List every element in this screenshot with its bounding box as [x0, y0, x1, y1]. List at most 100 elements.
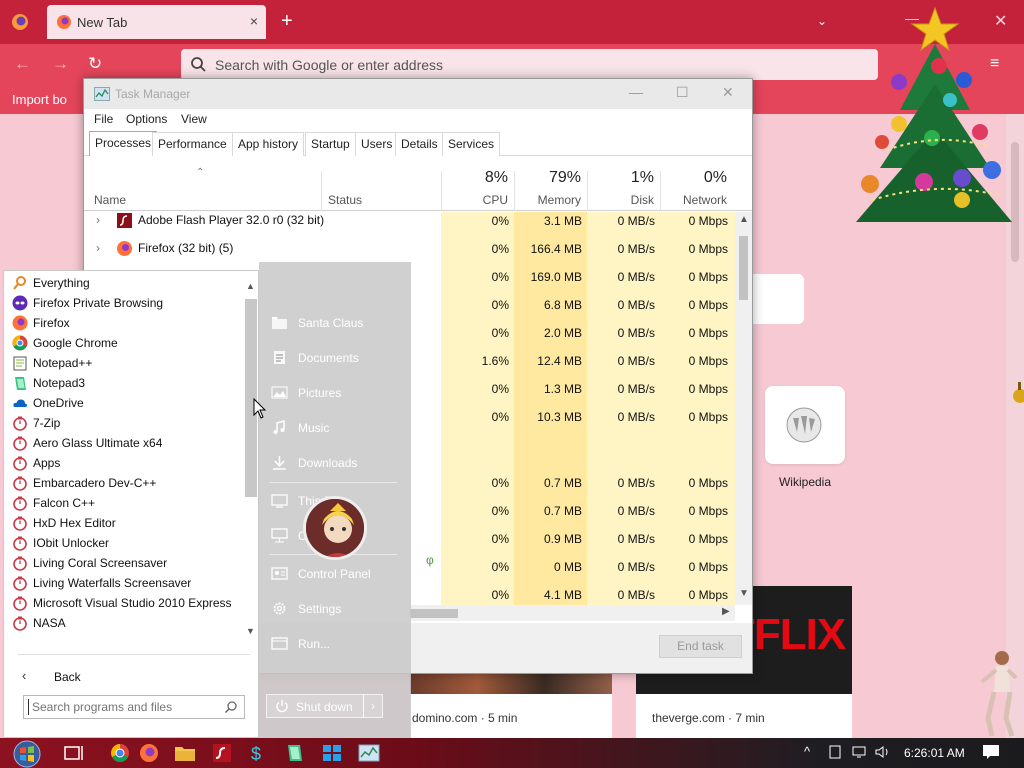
program-item[interactable]: Living Waterfalls Screensaver [9, 573, 247, 593]
dollar-app-icon[interactable]: $ [245, 742, 269, 764]
start-link[interactable]: Pictures [259, 381, 411, 405]
show-hidden-icons[interactable]: ^ [804, 744, 810, 760]
tab-services[interactable]: Services [442, 132, 501, 156]
column-divider[interactable] [514, 171, 515, 211]
notification-center-icon[interactable] [982, 744, 1000, 760]
column-header-memory[interactable]: Memory [517, 193, 581, 207]
tab-processes[interactable]: Processes [89, 131, 158, 156]
expand-chevron-icon[interactable]: › [96, 213, 100, 227]
column-divider[interactable] [321, 171, 322, 211]
tab-startup[interactable]: Startup [305, 132, 356, 156]
back-button[interactable]: ← [14, 55, 31, 73]
start-link[interactable]: Settings [259, 597, 411, 621]
task-manager-titlebar[interactable]: Task Manager — ☐ ✕ [84, 79, 752, 109]
scroll-thumb[interactable] [739, 236, 748, 300]
column-header-cpu[interactable]: CPU [444, 193, 508, 207]
column-divider[interactable] [441, 171, 442, 211]
firefox-logo-icon[interactable] [10, 12, 30, 32]
program-item[interactable]: Notepad++ [9, 353, 247, 373]
program-item[interactable]: Firefox Private Browsing [9, 293, 247, 313]
tab-app-history[interactable]: App history [232, 132, 305, 156]
program-item[interactable]: OneDrive [9, 393, 247, 413]
start-link[interactable]: Downloads [259, 451, 411, 475]
process-vertical-scrollbar[interactable]: ▲ ▼ [735, 212, 752, 605]
start-link[interactable]: Run... [259, 632, 411, 656]
program-search-input[interactable] [28, 699, 218, 715]
table-row[interactable]: › Firefox (32 bit) (5) 0% 166.4 MB 0 MB/s 0 M… [84, 235, 735, 263]
program-item[interactable]: Apps [9, 453, 247, 473]
process-horizontal-scrollbar[interactable]: ▶ [410, 605, 735, 621]
program-item[interactable]: Embarcadero Dev-C++ [9, 473, 247, 493]
column-header-disk[interactable]: Disk [590, 193, 654, 207]
task-manager-icon[interactable] [357, 742, 381, 764]
program-item[interactable]: Microsoft Visual Studio 2010 Express [9, 593, 247, 613]
menu-view[interactable]: View [181, 112, 207, 126]
story-card-domino[interactable]: domino.com · 5 min [410, 672, 612, 742]
program-item[interactable]: IObit Unlocker [9, 533, 247, 553]
column-divider[interactable] [587, 171, 588, 211]
program-item[interactable]: Notepad3 [9, 373, 247, 393]
column-header-name[interactable]: Name [94, 193, 126, 207]
grid-app-icon[interactable] [320, 742, 344, 764]
page-scroll-thumb[interactable] [1011, 142, 1019, 262]
shortcut-tile[interactable] [744, 274, 804, 324]
scroll-down-icon[interactable]: ▼ [739, 588, 749, 599]
chrome-icon[interactable] [108, 742, 132, 764]
new-tab-button[interactable]: + [281, 10, 293, 32]
program-item[interactable]: Living Coral Screensaver [9, 553, 247, 573]
forward-button[interactable]: → [52, 55, 69, 73]
wikipedia-tile[interactable] [765, 386, 845, 464]
scroll-up-icon[interactable]: ▲ [246, 281, 255, 291]
start-link[interactable]: Santa Claus [259, 311, 411, 335]
flash-icon[interactable] [210, 742, 234, 764]
shutdown-options-arrow[interactable]: › [363, 694, 383, 718]
tab-details[interactable]: Details [395, 132, 444, 156]
program-item[interactable]: Everything [9, 273, 247, 293]
tab-new-tab[interactable]: New Tab × [47, 5, 266, 39]
tab-users[interactable]: Users [355, 132, 399, 156]
program-list-scrollbar[interactable]: ▲ ▼ [244, 281, 258, 643]
taskbar-clock[interactable]: 6:26:01 AM [904, 746, 965, 760]
reload-button[interactable]: ↻ [88, 55, 102, 73]
scroll-up-icon[interactable]: ▲ [739, 214, 749, 225]
program-item[interactable]: 7-Zip [9, 413, 247, 433]
shutdown-button[interactable]: Shut down [266, 694, 364, 718]
program-item[interactable]: HxD Hex Editor [9, 513, 247, 533]
start-button-windows-icon[interactable] [8, 738, 46, 768]
menu-file[interactable]: File [94, 112, 113, 126]
close-tab-icon[interactable]: × [250, 13, 258, 29]
column-header-network[interactable]: Network [663, 193, 727, 207]
column-divider[interactable] [660, 171, 661, 211]
scroll-right-icon[interactable]: ▶ [722, 606, 730, 617]
url-bar[interactable]: Search with Google or enter address [181, 49, 878, 80]
scroll-down-icon[interactable]: ▼ [246, 626, 255, 636]
back-button[interactable]: Back [54, 670, 81, 684]
firefox-icon[interactable] [137, 742, 161, 764]
task-view-icon[interactable] [62, 742, 86, 764]
start-link[interactable]: Control Panel [259, 562, 411, 586]
volume-icon[interactable] [874, 744, 892, 760]
tab-list-button[interactable]: ⌄ [817, 14, 827, 28]
expand-chevron-icon[interactable]: › [96, 241, 100, 255]
network-icon[interactable] [851, 744, 869, 760]
program-search-box[interactable] [23, 695, 245, 719]
program-item[interactable]: NASA [9, 613, 247, 633]
close-button[interactable]: ✕ [722, 84, 734, 101]
column-header-status[interactable]: Status [328, 193, 362, 207]
tab-performance[interactable]: Performance [152, 132, 233, 156]
start-link[interactable]: Documents [259, 346, 411, 370]
end-task-button[interactable]: End task [659, 635, 742, 658]
tablet-icon[interactable] [827, 744, 843, 760]
import-bookmarks-link[interactable]: Import bo [12, 92, 67, 107]
maximize-button[interactable]: ☐ [676, 84, 689, 101]
program-item[interactable]: Aero Glass Ultimate x64 [9, 433, 247, 453]
program-item[interactable]: Firefox [9, 313, 247, 333]
menu-options[interactable]: Options [126, 112, 167, 126]
search-icon[interactable] [224, 700, 238, 714]
scroll-thumb[interactable] [410, 609, 458, 618]
minimize-button[interactable]: — [629, 84, 643, 100]
back-arrow-icon[interactable]: ‹ [22, 668, 26, 683]
program-item[interactable]: Google Chrome [9, 333, 247, 353]
user-avatar[interactable] [303, 496, 367, 560]
file-explorer-icon[interactable] [173, 742, 197, 764]
